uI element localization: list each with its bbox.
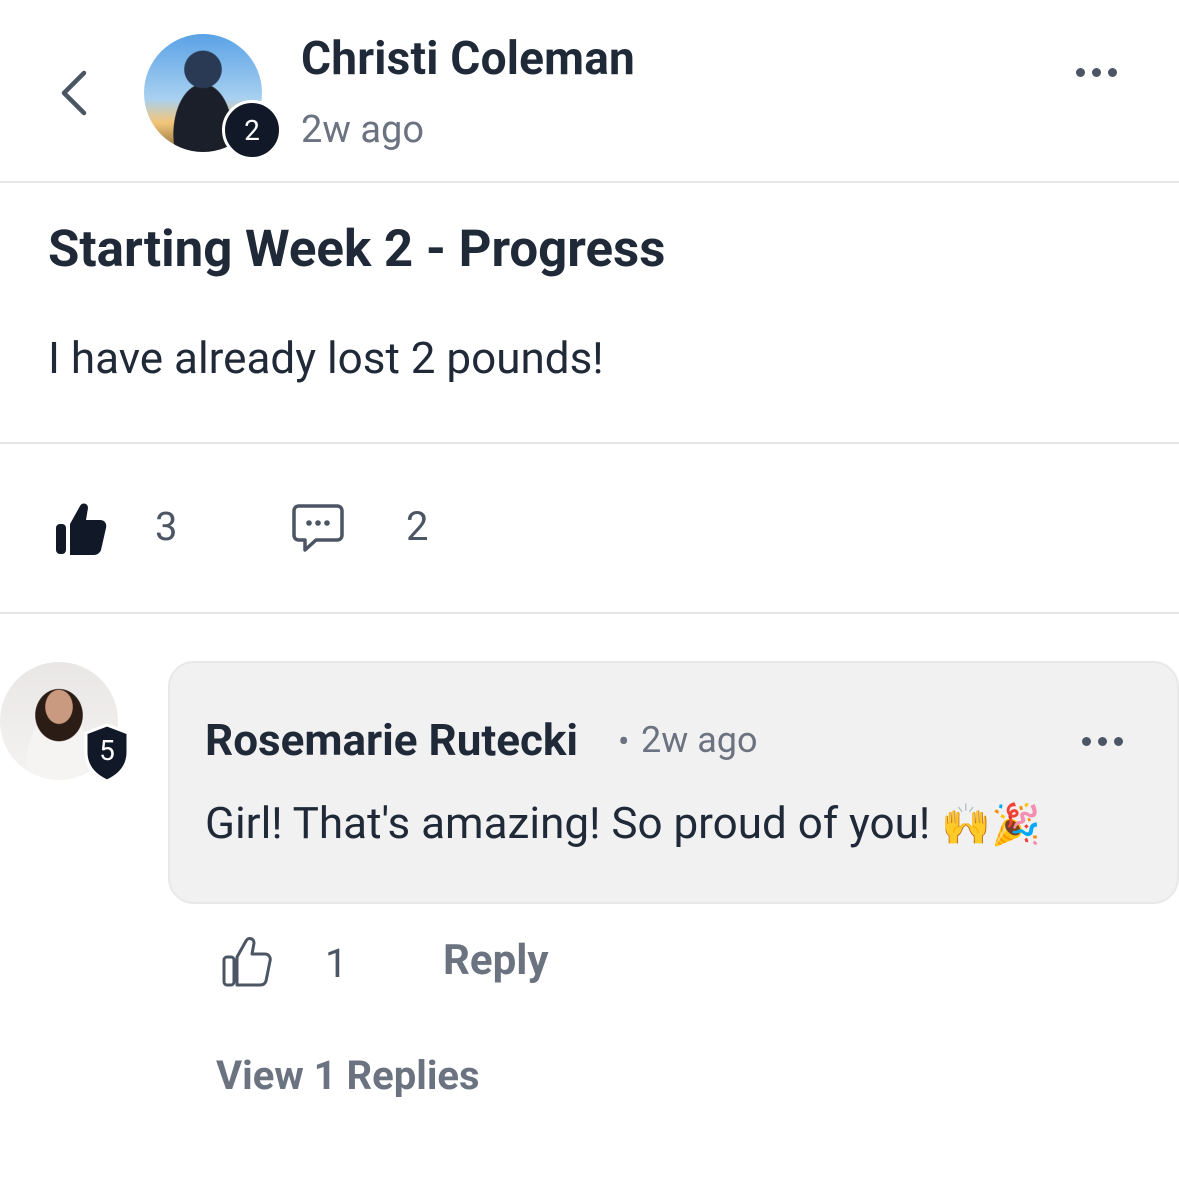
reply-button[interactable]: Reply bbox=[443, 936, 548, 985]
back-button[interactable] bbox=[44, 58, 104, 128]
post-comment-count: 2 bbox=[406, 503, 429, 550]
comment-more-button[interactable] bbox=[1072, 724, 1132, 758]
more-dot-icon bbox=[1075, 67, 1085, 77]
author-name[interactable]: Christi Coleman bbox=[301, 32, 635, 86]
more-dot-icon bbox=[1113, 736, 1123, 746]
chevron-left-icon bbox=[61, 70, 87, 116]
divider bbox=[0, 612, 1179, 614]
commenter-level-value: 5 bbox=[99, 734, 115, 767]
comment-like-button[interactable] bbox=[220, 934, 274, 990]
more-dot-icon bbox=[1097, 736, 1107, 746]
more-dot-icon bbox=[1091, 67, 1101, 77]
view-replies-link[interactable]: View 1 Replies bbox=[216, 1052, 480, 1099]
post-like-count: 3 bbox=[155, 503, 178, 550]
commenter-avatar[interactable]: 5 bbox=[0, 662, 135, 787]
commenter-level-badge: 5 bbox=[82, 722, 132, 784]
post-header: 2 Christi Coleman 2w ago bbox=[0, 0, 1179, 183]
divider bbox=[0, 442, 1179, 444]
post-body: I have already lost 2 pounds! bbox=[48, 332, 604, 384]
comment-text: Girl! That's amazing! So proud of you! 🙌… bbox=[205, 797, 1041, 849]
comment-emoji: 🙌🎉 bbox=[941, 802, 1041, 848]
comment-timestamp: 2w ago bbox=[641, 719, 758, 761]
post-detail-screen: 2 Christi Coleman 2w ago Starting Week 2… bbox=[0, 0, 1179, 1183]
comment-icon bbox=[292, 504, 344, 552]
post-like-button[interactable] bbox=[50, 498, 110, 558]
post-timestamp: 2w ago bbox=[301, 108, 425, 152]
post-more-button[interactable] bbox=[1066, 52, 1126, 92]
comment-like-count: 1 bbox=[325, 940, 348, 987]
comment-text-body: Girl! That's amazing! So proud of you! bbox=[205, 797, 931, 849]
post-title: Starting Week 2 - Progress bbox=[48, 220, 666, 279]
author-level-badge: 2 bbox=[222, 100, 282, 160]
commenter-name[interactable]: Rosemarie Rutecki bbox=[205, 714, 578, 766]
author-level-value: 2 bbox=[244, 113, 260, 147]
comment-bubble bbox=[168, 661, 1179, 904]
post-comment-button[interactable] bbox=[290, 500, 346, 556]
more-dot-icon bbox=[1081, 736, 1091, 746]
thumbs-up-icon bbox=[56, 503, 107, 555]
author-avatar[interactable]: 2 bbox=[144, 34, 282, 160]
comment-separator: • bbox=[618, 722, 630, 762]
more-dot-icon bbox=[1107, 67, 1117, 77]
thumbs-up-outline-icon bbox=[222, 937, 272, 987]
